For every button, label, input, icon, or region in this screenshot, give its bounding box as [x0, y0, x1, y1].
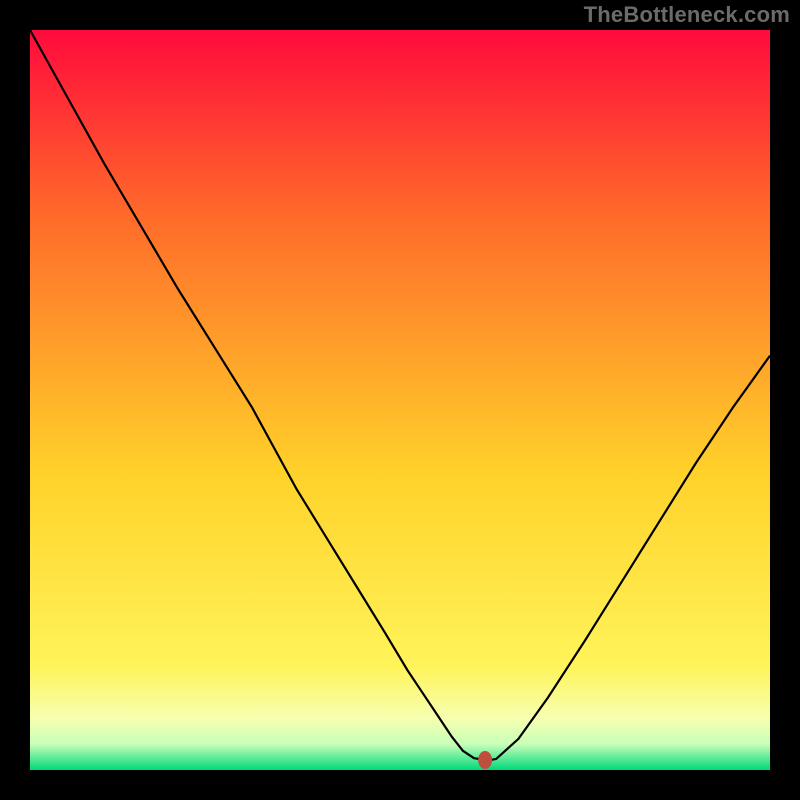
chart-frame: TheBottleneck.com — [0, 0, 800, 800]
plot-area — [30, 30, 770, 770]
optimal-point-marker — [478, 751, 492, 769]
chart-svg — [30, 30, 770, 770]
watermark-label: TheBottleneck.com — [584, 2, 790, 28]
